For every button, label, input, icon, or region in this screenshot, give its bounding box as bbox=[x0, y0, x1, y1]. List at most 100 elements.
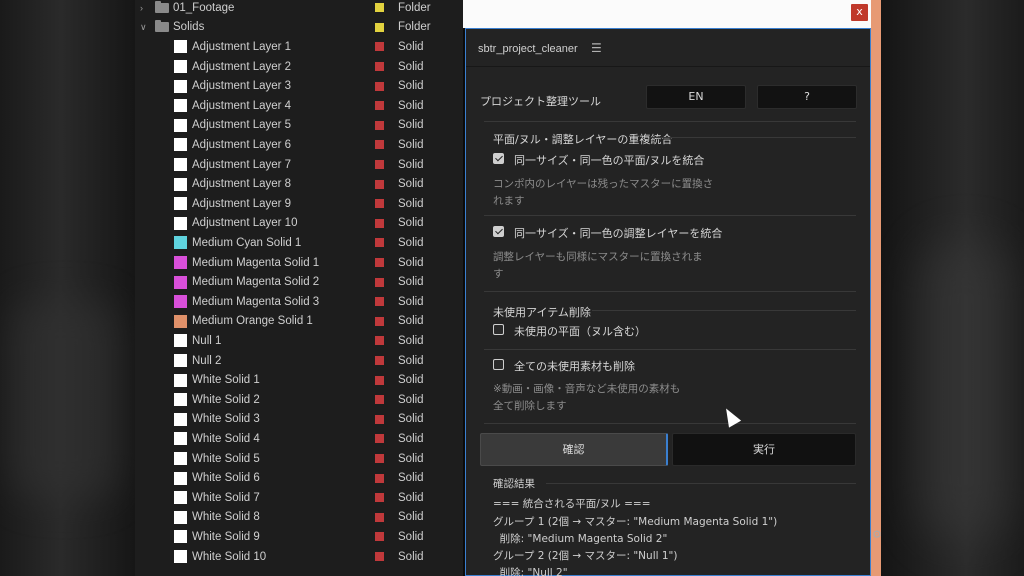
project-item-row[interactable]: Adjustment Layer 3 Solid bbox=[135, 76, 463, 96]
item-type: Folder bbox=[398, 1, 431, 14]
project-item-row[interactable]: Null 1 Solid bbox=[135, 331, 463, 351]
project-item-row[interactable]: Adjustment Layer 10 Solid bbox=[135, 214, 463, 234]
project-item-name: Null 1 bbox=[192, 334, 222, 347]
solid-swatch-icon bbox=[174, 118, 187, 132]
item-type: Solid bbox=[398, 80, 424, 93]
merge-adjustment-checkbox[interactable] bbox=[493, 226, 504, 237]
item-type: Solid bbox=[398, 550, 424, 563]
close-button[interactable]: x bbox=[851, 4, 868, 21]
label-color-chip[interactable] bbox=[375, 22, 384, 32]
results-line: === 統合される平面/ヌル === bbox=[493, 498, 651, 510]
delete-unused-solids-checkbox[interactable] bbox=[493, 324, 504, 335]
delete-all-unused-checkbox[interactable] bbox=[493, 359, 504, 370]
project-item-row[interactable]: Adjustment Layer 1 Solid bbox=[135, 37, 463, 57]
label-color-chip[interactable] bbox=[375, 258, 384, 268]
hamburger-icon[interactable]: ☰ bbox=[591, 41, 602, 55]
label-color-chip[interactable] bbox=[375, 81, 384, 91]
project-item-name: Adjustment Layer 5 bbox=[192, 119, 292, 132]
project-item-row[interactable]: Medium Orange Solid 1 Solid bbox=[135, 312, 463, 332]
folder-icon bbox=[155, 20, 169, 33]
project-item-row[interactable]: Medium Magenta Solid 1 Solid bbox=[135, 253, 463, 273]
item-type: Solid bbox=[398, 256, 424, 269]
label-color-chip[interactable] bbox=[375, 473, 384, 483]
label-color-chip[interactable] bbox=[375, 199, 384, 209]
solid-swatch-icon bbox=[174, 550, 187, 564]
label-color-chip[interactable] bbox=[375, 454, 384, 464]
label-color-chip[interactable] bbox=[375, 120, 384, 130]
label-color-chip[interactable] bbox=[375, 316, 384, 326]
project-item-row[interactable]: White Solid 4 Solid bbox=[135, 429, 463, 449]
label-color-chip[interactable] bbox=[375, 375, 384, 385]
item-type: Solid bbox=[398, 354, 424, 367]
project-item-row[interactable]: Adjustment Layer 6 Solid bbox=[135, 135, 463, 155]
label-color-chip[interactable] bbox=[375, 218, 384, 228]
help-button[interactable]: ? bbox=[757, 85, 857, 109]
label-color-chip[interactable] bbox=[375, 238, 384, 248]
project-item-row[interactable]: White Solid 10 Solid bbox=[135, 547, 463, 567]
label-color-chip[interactable] bbox=[375, 356, 384, 366]
solid-swatch-icon bbox=[174, 40, 187, 54]
project-item-row[interactable]: White Solid 5 Solid bbox=[135, 449, 463, 469]
project-item-row[interactable]: Medium Magenta Solid 3 Solid bbox=[135, 292, 463, 312]
project-item-row[interactable]: White Solid 1 Solid bbox=[135, 370, 463, 390]
solid-swatch-icon bbox=[174, 510, 187, 524]
label-color-chip[interactable] bbox=[375, 42, 384, 52]
divider bbox=[484, 291, 856, 292]
project-folder-row[interactable]: › 01_Footage Folder bbox=[135, 0, 463, 18]
label-color-chip[interactable] bbox=[375, 297, 384, 307]
project-item-name: Adjustment Layer 3 bbox=[192, 80, 292, 93]
language-button[interactable]: EN bbox=[646, 85, 746, 109]
solid-swatch-icon bbox=[174, 334, 187, 348]
project-item-name: White Solid 8 bbox=[192, 511, 260, 524]
label-color-chip[interactable] bbox=[375, 395, 384, 405]
solid-swatch-icon bbox=[174, 530, 187, 544]
run-button[interactable]: 実行 bbox=[672, 433, 856, 466]
gear-icon[interactable]: ⚙ bbox=[872, 528, 882, 541]
label-color-chip[interactable] bbox=[375, 512, 384, 522]
label-color-chip[interactable] bbox=[375, 532, 384, 542]
project-item-row[interactable]: White Solid 3 Solid bbox=[135, 410, 463, 430]
item-type: Solid bbox=[398, 178, 424, 191]
label-color-chip[interactable] bbox=[375, 140, 384, 150]
project-item-row[interactable]: Adjustment Layer 7 Solid bbox=[135, 155, 463, 175]
project-item-row[interactable]: Adjustment Layer 8 Solid bbox=[135, 174, 463, 194]
project-item-row[interactable]: White Solid 2 Solid bbox=[135, 390, 463, 410]
label-color-chip[interactable] bbox=[375, 414, 384, 424]
merge-solids-note: コンポ内のレイヤーは残ったマスターに置換さ bbox=[493, 178, 714, 190]
project-item-row[interactable]: White Solid 8 Solid bbox=[135, 508, 463, 528]
label-color-chip[interactable] bbox=[375, 434, 384, 444]
label-color-chip[interactable] bbox=[375, 552, 384, 562]
project-folder-row[interactable]: ∨ Solids Folder bbox=[135, 18, 463, 38]
project-item-row[interactable]: White Solid 9 Solid bbox=[135, 527, 463, 547]
video-background-left bbox=[0, 0, 135, 576]
chevron-right-icon[interactable]: › bbox=[140, 3, 143, 13]
label-color-chip[interactable] bbox=[375, 160, 384, 170]
label-color-chip[interactable] bbox=[375, 277, 384, 287]
project-item-name: White Solid 7 bbox=[192, 491, 260, 504]
project-item-row[interactable]: Adjustment Layer 4 Solid bbox=[135, 96, 463, 116]
chevron-down-icon[interactable]: ∨ bbox=[140, 22, 147, 33]
label-color-chip[interactable] bbox=[375, 101, 384, 111]
project-item-row[interactable]: Adjustment Layer 5 Solid bbox=[135, 116, 463, 136]
project-item-name: Adjustment Layer 7 bbox=[192, 158, 292, 171]
project-item-row[interactable]: Adjustment Layer 2 Solid bbox=[135, 57, 463, 77]
merge-solids-checkbox[interactable] bbox=[493, 153, 504, 164]
solid-swatch-icon bbox=[174, 373, 187, 387]
plugin-header: sbtr_project_cleaner ☰ bbox=[466, 29, 870, 67]
label-color-chip[interactable] bbox=[375, 3, 384, 13]
label-color-chip[interactable] bbox=[375, 336, 384, 346]
label-color-chip[interactable] bbox=[375, 179, 384, 189]
project-item-row[interactable]: White Solid 7 Solid bbox=[135, 488, 463, 508]
label-color-chip[interactable] bbox=[375, 62, 384, 72]
item-type: Solid bbox=[398, 334, 424, 347]
project-item-row[interactable]: White Solid 6 Solid bbox=[135, 468, 463, 488]
solid-swatch-icon bbox=[174, 354, 187, 368]
label-color-chip[interactable] bbox=[375, 493, 384, 503]
project-item-row[interactable]: Medium Cyan Solid 1 Solid bbox=[135, 233, 463, 253]
project-item-row[interactable]: Adjustment Layer 9 Solid bbox=[135, 194, 463, 214]
project-item-name: White Solid 2 bbox=[192, 393, 260, 406]
project-item-row[interactable]: Medium Magenta Solid 2 Solid bbox=[135, 272, 463, 292]
project-item-row[interactable]: Null 2 Solid bbox=[135, 351, 463, 371]
folder-icon bbox=[155, 0, 169, 13]
confirm-button[interactable]: 確認 bbox=[480, 433, 668, 466]
